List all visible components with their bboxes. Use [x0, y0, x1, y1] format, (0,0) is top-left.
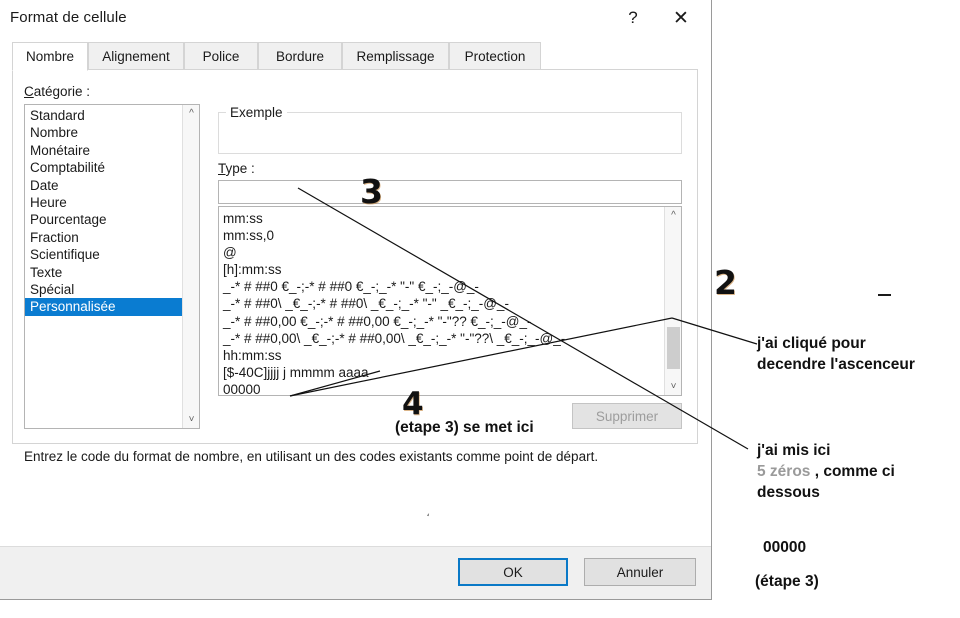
category-item-scientifique[interactable]: Scientifique	[25, 246, 183, 263]
cancel-button[interactable]: Annuler	[584, 558, 696, 586]
type-item-9[interactable]: [$-40C]jjjj j mmmm aaaa	[219, 364, 663, 381]
example-groupbox	[218, 112, 682, 154]
category-items: Standard Nombre Monétaire Comptabilité D…	[25, 107, 183, 316]
supprimer-button[interactable]: Supprimer	[572, 403, 682, 429]
category-item-standard[interactable]: Standard	[25, 107, 183, 124]
type-item-5[interactable]: _-* # ##0\ _€_-;-* # ##0\ _€_-;_-* "-" _…	[219, 295, 663, 312]
category-item-heure[interactable]: Heure	[25, 194, 183, 211]
annotation-number-2: 2	[714, 263, 737, 302]
type-item-1[interactable]: mm:ss,0	[219, 227, 663, 244]
type-listbox[interactable]: mm:ss mm:ss,0 @ [h]:mm:ss _-* # ##0 €_-;…	[218, 206, 682, 396]
annotation-etape3-label: (étape 3)	[755, 573, 819, 590]
type-items: mm:ss mm:ss,0 @ [h]:mm:ss _-* # ##0 €_-;…	[219, 210, 663, 395]
category-item-personnalisee[interactable]: Personnalisée	[25, 298, 183, 316]
format-hint-text: Entrez le code du format de nombre, en u…	[24, 449, 599, 464]
example-legend: Exemple	[226, 105, 287, 120]
screen-root: Format de cellule ? ✕ Nombre Alignement …	[0, 0, 960, 618]
help-icon[interactable]: ?	[611, 0, 655, 36]
annotation-ici-line1: j'ai mis ici	[757, 442, 831, 459]
annotation-ici-rest: , comme ci	[810, 463, 895, 480]
annotation-step4-note: (etape 3) se met ici	[395, 419, 534, 436]
tab-police[interactable]: Police	[184, 42, 258, 70]
tab-protection[interactable]: Protection	[449, 42, 541, 70]
text-caret-artifact: ‘	[424, 511, 431, 525]
type-item-8[interactable]: hh:mm:ss	[219, 347, 663, 364]
category-item-monetaire[interactable]: Monétaire	[25, 142, 183, 159]
tab-remplissage[interactable]: Remplissage	[342, 42, 449, 70]
type-input[interactable]	[218, 180, 682, 204]
type-scroll-thumb[interactable]	[667, 327, 680, 369]
tab-alignement[interactable]: Alignement	[88, 42, 184, 70]
annotation-ici-grey: 5 zéros	[757, 463, 811, 480]
tab-bordure[interactable]: Bordure	[258, 42, 342, 70]
tab-strip: Nombre Alignement Police Bordure Remplis…	[12, 42, 698, 71]
type-item-0[interactable]: mm:ss	[219, 210, 663, 227]
category-item-texte[interactable]: Texte	[25, 264, 183, 281]
type-scroll-down-icon[interactable]: ˅	[665, 378, 681, 395]
annotation-ici-line3: dessous	[757, 484, 820, 501]
annotation-number-3: 3	[360, 172, 383, 211]
category-item-special[interactable]: Spécial	[25, 281, 183, 298]
type-item-2[interactable]: @	[219, 244, 663, 261]
annotation-scrollbar-note-line1: j'ai cliqué pour	[757, 335, 866, 352]
ok-button[interactable]: OK	[458, 558, 568, 586]
dialog-titlebar: Format de cellule ? ✕	[0, 0, 711, 36]
tab-nombre[interactable]: Nombre	[12, 42, 88, 71]
scroll-down-icon[interactable]: ˅	[183, 411, 199, 428]
type-item-4[interactable]: _-* # ##0 €_-;-* # ##0 €_-;_-* "-" €_-;_…	[219, 278, 663, 295]
category-label: Catégorie :	[24, 84, 91, 99]
category-item-fraction[interactable]: Fraction	[25, 229, 183, 246]
scroll-up-icon[interactable]: ^	[183, 105, 199, 122]
category-item-comptabilite[interactable]: Comptabilité	[25, 159, 183, 176]
type-scrollbar[interactable]: ^ ˅	[664, 207, 681, 395]
dash-artifact	[878, 294, 891, 296]
type-label: Type :	[218, 161, 255, 176]
type-item-10[interactable]: 00000	[219, 381, 663, 395]
category-listbox[interactable]: Standard Nombre Monétaire Comptabilité D…	[24, 104, 200, 429]
category-item-pourcentage[interactable]: Pourcentage	[25, 211, 183, 228]
category-item-nombre[interactable]: Nombre	[25, 124, 183, 141]
annotation-scrollbar-note: j'ai cliqué pour decendre l'ascenceur	[757, 333, 915, 375]
type-item-7[interactable]: _-* # ##0,00\ _€_-;-* # ##0,00\ _€_-;_-*…	[219, 330, 663, 347]
category-scrollbar[interactable]: ^ ˅	[182, 105, 199, 428]
close-icon[interactable]: ✕	[659, 0, 703, 36]
type-item-3[interactable]: [h]:mm:ss	[219, 261, 663, 278]
annotation-zeros-value: 00000	[763, 539, 807, 556]
dialog-title: Format de cellule	[10, 9, 127, 26]
format-cells-dialog: Format de cellule ? ✕ Nombre Alignement …	[0, 0, 712, 600]
annotation-ici-note: j'ai mis ici 5 zéros , comme ci dessous	[757, 440, 895, 503]
type-scroll-up-icon[interactable]: ^	[665, 207, 681, 224]
annotation-scrollbar-note-line2: decendre l'ascenceur	[757, 356, 915, 373]
type-item-6[interactable]: _-* # ##0,00 €_-;-* # ##0,00 €_-;_-* "-"…	[219, 313, 663, 330]
category-item-date[interactable]: Date	[25, 177, 183, 194]
